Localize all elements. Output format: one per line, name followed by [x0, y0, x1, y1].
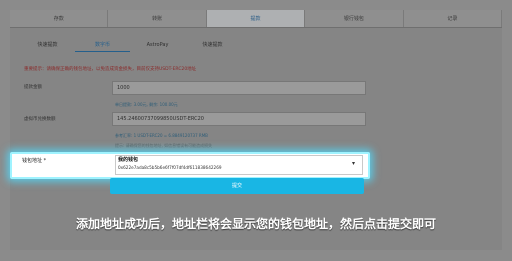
withdraw-method-tabs: 快速提款 数字币 AstroPay 快速提款 — [20, 40, 240, 52]
tab-bank-wallet[interactable]: 银行钱包 — [305, 10, 404, 27]
subtab-astropay[interactable]: AstroPay — [130, 40, 185, 52]
subtab-quick-2[interactable]: 快速提款 — [185, 40, 240, 52]
warning-text: 重要提示：请确保正确的钱包地址，以免造成资金损失，目前仅支持USDT-ERC20… — [24, 67, 197, 72]
estimate-value: 145.24600737099850USDT-ERC20 — [117, 116, 204, 122]
tab-withdraw[interactable]: 提款 — [206, 10, 306, 27]
wallet-name: 我的钱包 — [118, 157, 139, 163]
subtab-quick[interactable]: 快速提款 — [20, 40, 75, 52]
daily-limit-info: 单日提款: 3.00元, 剩余: 100.00元 — [115, 102, 178, 107]
main-tabs: 存款 转账 提款 银行钱包 记录 — [10, 10, 503, 28]
estimate-field: 145.24600737099850USDT-ERC20 — [112, 112, 366, 126]
tab-transfer[interactable]: 转账 — [108, 10, 207, 27]
submit-button[interactable]: 提交 — [110, 178, 364, 194]
wallet-note: 提示: 请确保您的钱包地址, 如信息错误有可能造成损失 — [115, 143, 213, 148]
instruction-caption: 添加地址成功后，地址栏将会显示您的钱包地址，然后点击提交即可 — [75, 217, 436, 231]
subtab-crypto[interactable]: 数字币 — [75, 40, 130, 52]
chevron-down-icon[interactable]: ▾ — [352, 160, 355, 167]
estimate-label: 虚拟币兑换数额 — [24, 117, 56, 122]
amount-input[interactable]: 1000 — [112, 81, 366, 95]
amount-label: 提款金额 — [24, 85, 42, 90]
amount-value: 1000 — [117, 85, 130, 91]
tab-records[interactable]: 记录 — [403, 10, 503, 27]
wallet-label: 钱包地址 * — [22, 158, 47, 164]
rate-info: 参考汇率: 1 USDT-ERC20 = 6.8849120737 RMB — [115, 133, 208, 138]
tab-deposit[interactable]: 存款 — [10, 10, 109, 27]
wallet-address: 0x622e7ada8c5b5b6e6f7f07df4df61183864226… — [118, 165, 222, 170]
